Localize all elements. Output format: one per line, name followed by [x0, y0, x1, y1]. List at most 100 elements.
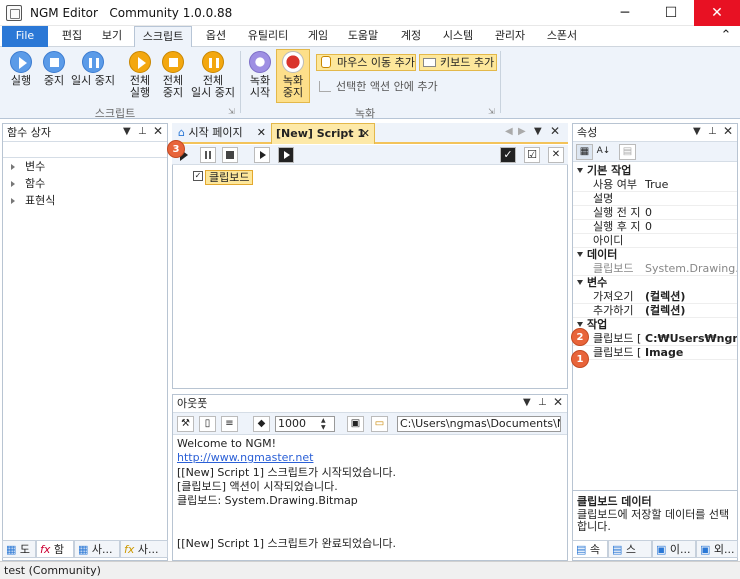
folder-icon[interactable]: ▭: [371, 416, 388, 432]
tab-utility[interactable]: 유틸리티: [240, 26, 296, 47]
tab-file[interactable]: File: [2, 26, 48, 47]
property-value[interactable]: (컬렉션): [645, 304, 737, 317]
tab-system[interactable]: 시스템: [436, 26, 480, 47]
line-count-input[interactable]: 1000: [275, 416, 335, 432]
check-all-button[interactable]: ✓: [500, 147, 516, 163]
close-button[interactable]: ✕: [694, 0, 740, 26]
property-row[interactable]: 클립보드 [Image: [573, 346, 737, 360]
maximize-button[interactable]: ☐: [648, 0, 694, 26]
tab-close-icon[interactable]: ✕: [361, 124, 370, 144]
tab-start-page[interactable]: ⌂ 시작 페이지 ✕: [174, 123, 270, 144]
uncheck-button[interactable]: ✕: [548, 147, 564, 163]
panel-dropdown-icon[interactable]: ▼: [693, 126, 701, 137]
property-pages-icon[interactable]: ▤: [619, 144, 636, 160]
document-icon[interactable]: ▯: [199, 416, 216, 432]
right-tab-properties[interactable]: ▤ 속: [572, 540, 608, 558]
property-value[interactable]: 0: [645, 206, 737, 219]
category-data[interactable]: 데이터: [573, 248, 737, 262]
property-row[interactable]: 추가하기 (컬렉션): [573, 304, 737, 318]
app-icon[interactable]: [6, 5, 22, 21]
function-search-input[interactable]: [3, 142, 167, 158]
expand-icon[interactable]: [11, 164, 15, 170]
panel-dropdown-icon[interactable]: ▼: [123, 126, 131, 137]
tree-item-variables[interactable]: 변수: [11, 158, 55, 175]
expand-icon[interactable]: [11, 198, 15, 204]
record-start-button[interactable]: 녹화 시작: [244, 51, 276, 99]
log-path-input[interactable]: C:\Users\ngmas\Documents\NGM5\: [397, 416, 561, 432]
tab-admin[interactable]: 관리자: [488, 26, 532, 47]
selected-action-add-button[interactable]: 선택한 액션 안에 추가: [316, 79, 446, 96]
property-row[interactable]: 클립보드 [C:₩Users₩ngma: [573, 332, 737, 346]
panel-close-icon[interactable]: ✕: [553, 395, 563, 409]
tab-script-1[interactable]: [New] Script 1 ✕: [271, 123, 375, 144]
property-value[interactable]: True: [645, 178, 737, 191]
property-row[interactable]: 실행 전 지 0: [573, 206, 737, 220]
tab-close-icon[interactable]: ✕: [257, 123, 266, 143]
scroll-left-icon[interactable]: ◀: [505, 126, 513, 137]
pause-all-button[interactable]: 전체 일시 중지: [190, 51, 236, 99]
left-tab-user-function[interactable]: fx 사...: [120, 540, 168, 558]
pause-button[interactable]: [200, 147, 216, 163]
property-value[interactable]: System.Drawing.Bit: [645, 262, 737, 275]
category-variables[interactable]: 변수: [573, 276, 737, 290]
ribbon-collapse-icon[interactable]: ⌃: [718, 26, 734, 47]
property-row[interactable]: 설명: [573, 192, 737, 206]
action-checkbox[interactable]: ✓: [193, 171, 203, 181]
property-row[interactable]: 가져오기 (컬렉션): [573, 290, 737, 304]
keyboard-add-button[interactable]: 키보드 추가: [419, 54, 497, 71]
property-value[interactable]: C:₩Users₩ngma: [645, 332, 737, 345]
left-tab-doc[interactable]: ▦ 도: [2, 540, 36, 558]
category-basic[interactable]: 기본 작업: [573, 164, 737, 178]
action-node-clipboard[interactable]: 클립보드: [205, 170, 254, 185]
property-row[interactable]: 사용 여부 True: [573, 178, 737, 192]
property-row[interactable]: 실행 후 지 0: [573, 220, 737, 234]
check-selected-button[interactable]: ☑: [524, 147, 540, 163]
pin-icon[interactable]: ⊥: [708, 126, 717, 137]
panel-close-icon[interactable]: ✕: [723, 124, 733, 138]
left-tab-function[interactable]: fx 함: [36, 540, 74, 558]
mouse-move-add-button[interactable]: 마우스 이동 추가: [316, 54, 416, 71]
run-to-button[interactable]: [278, 147, 294, 163]
tree-item-expressions[interactable]: 표현식: [11, 192, 55, 209]
minimize-button[interactable]: ─: [602, 0, 648, 26]
tab-options[interactable]: 옵션: [198, 26, 234, 47]
sort-alpha-icon[interactable]: A↓: [595, 144, 612, 160]
expand-icon[interactable]: [11, 181, 15, 187]
run-button[interactable]: 실행: [4, 51, 38, 87]
right-tab-image[interactable]: ▣ 이...: [652, 540, 696, 558]
doc-close-icon[interactable]: ✕: [550, 124, 560, 138]
tree-item-functions[interactable]: 함수: [11, 175, 55, 192]
pause-button[interactable]: 일시 중지: [70, 51, 116, 87]
panel-close-icon[interactable]: ✕: [153, 124, 163, 138]
left-tab-user[interactable]: ▦ 사...: [74, 540, 120, 558]
right-tab-external[interactable]: ▣ 외...: [696, 540, 738, 558]
property-value[interactable]: Image: [645, 346, 737, 359]
tab-account[interactable]: 계정: [394, 26, 428, 47]
record-group-launcher-icon[interactable]: ⇲: [488, 107, 495, 116]
category-task[interactable]: 작업: [573, 318, 737, 332]
panel-dropdown-icon[interactable]: ▼: [523, 397, 531, 408]
categorized-icon[interactable]: ▦: [576, 144, 593, 160]
property-row[interactable]: 아이디: [573, 234, 737, 248]
stop-button[interactable]: 중지: [40, 51, 68, 87]
record-stop-button[interactable]: 녹화 중지: [277, 51, 309, 99]
tab-sponsor[interactable]: 스폰서: [540, 26, 584, 47]
stop-all-button[interactable]: 전체 중지: [158, 51, 188, 99]
tab-view[interactable]: 보기: [96, 26, 128, 47]
script-editor[interactable]: ✓ 클립보드: [172, 165, 568, 389]
run-all-button[interactable]: 전체 실행: [124, 51, 156, 99]
save-icon[interactable]: ▣: [347, 416, 364, 432]
list-icon[interactable]: ≡: [221, 416, 238, 432]
tab-edit[interactable]: 편집: [56, 26, 88, 47]
wrench-icon[interactable]: ⚒: [177, 416, 194, 432]
tab-list-icon[interactable]: ▼: [534, 126, 542, 137]
pin-icon[interactable]: ⊥: [538, 397, 547, 408]
eraser-icon[interactable]: ◆: [253, 416, 270, 432]
scroll-right-icon[interactable]: ▶: [518, 126, 526, 137]
spinner-icon[interactable]: ▲ ▼: [321, 417, 326, 431]
tab-help[interactable]: 도움말: [340, 26, 386, 47]
script-group-launcher-icon[interactable]: ⇲: [228, 107, 235, 116]
stop-button[interactable]: [222, 147, 238, 163]
pin-icon[interactable]: ⊥: [138, 126, 147, 137]
property-value[interactable]: (컬렉션): [645, 290, 737, 303]
